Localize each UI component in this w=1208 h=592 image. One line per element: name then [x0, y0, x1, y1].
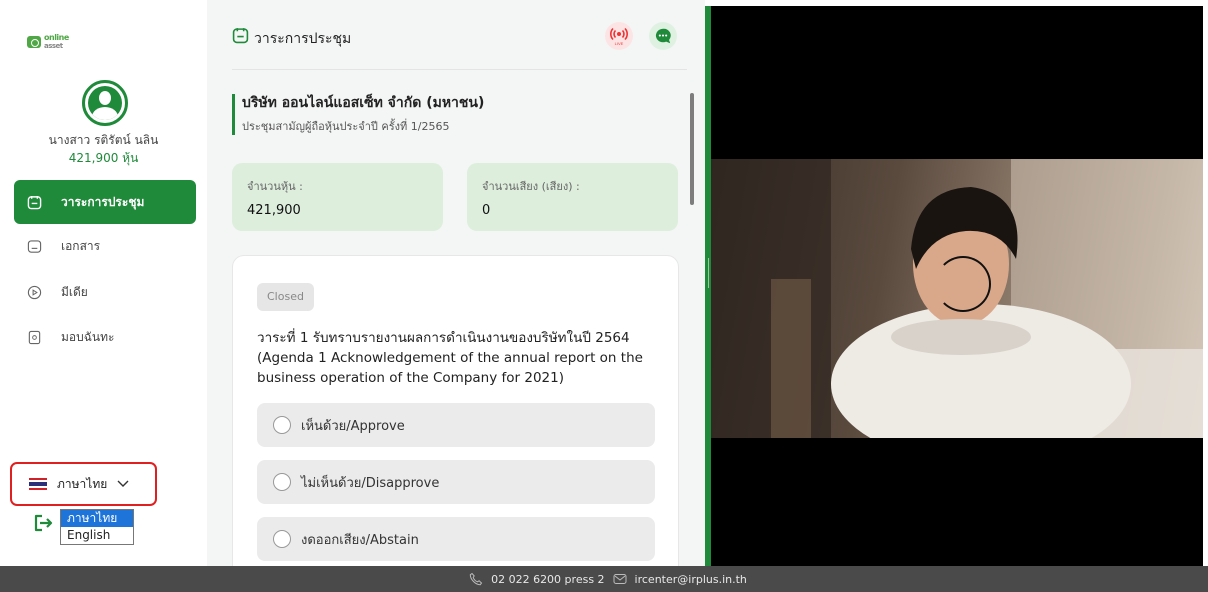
footer: 02 022 6200 press 2 ircenter@irplus.in.t…: [0, 566, 1208, 592]
sidebar-item-label: วาระการประชุม: [61, 194, 145, 209]
votes-value: 0: [482, 203, 491, 218]
avatar: [82, 80, 128, 126]
sidebar-item-agenda[interactable]: วาระการประชุม: [14, 180, 196, 224]
agenda-card: Closed วาระที่ 1 รับทราบรายงานผลการดำเนิ…: [232, 255, 679, 566]
panel-header: วาระการประชุม LIVE: [232, 0, 687, 70]
shares-value: 421,900: [247, 203, 301, 218]
sidebar-item-media[interactable]: มีเดีย: [14, 270, 196, 314]
footer-email[interactable]: ircenter@irplus.in.th: [635, 573, 747, 586]
company-info: บริษัท ออนไลน์แอสเซ็ท จำกัด (มหาชน) ประช…: [232, 94, 484, 135]
scrollbar[interactable]: [690, 93, 694, 205]
shares-label: จำนวนหุ้น :: [247, 180, 303, 193]
live-button[interactable]: LIVE: [605, 22, 633, 50]
sidebar-item-label: มอบฉันทะ: [61, 329, 115, 344]
chat-icon: [655, 28, 671, 44]
language-selector[interactable]: ภาษาไทย: [10, 462, 157, 506]
mail-icon: [613, 574, 627, 584]
status-badge: Closed: [257, 283, 314, 311]
live-video-player[interactable]: [711, 6, 1203, 566]
user-shares: 421,900 หุ้น: [68, 151, 139, 165]
language-option-english[interactable]: English: [61, 527, 133, 544]
online-asset-logo[interactable]: online asset: [27, 34, 69, 50]
sidebar-item-documents[interactable]: เอกสาร: [14, 224, 196, 268]
user-icon: [88, 86, 122, 120]
sidebar-item-label: มีเดีย: [61, 284, 88, 299]
thai-flag-icon: [29, 478, 47, 490]
chevron-down-icon: [117, 480, 129, 487]
radio-button[interactable]: [273, 530, 291, 548]
vote-option-label: เห็นด้วย/Approve: [301, 418, 405, 434]
agenda-panel: วาระการประชุม LIVE บริษัท ออนไลน์แอสเซ็ท…: [207, 0, 705, 566]
sidebar: online asset นางสาว รติรัตน์ นลิน 421,90…: [0, 0, 207, 566]
agenda-title: วาระที่ 1 รับทราบรายงานผลการดำเนินงานของ…: [257, 330, 643, 386]
logo-mark-icon: [27, 36, 41, 48]
vote-option-abstain[interactable]: งดออกเสียง/Abstain: [257, 517, 655, 561]
logo-line1: online: [44, 33, 69, 42]
votes-card: จำนวนเสียง (เสียง) : 0: [467, 163, 678, 231]
user-name: นางสาว รติรัตน์ นลิน: [48, 133, 159, 147]
vote-option-approve[interactable]: เห็นด้วย/Approve: [257, 403, 655, 447]
page-title: วาระการประชุม: [254, 31, 352, 47]
radio-button[interactable]: [273, 416, 291, 434]
radio-button[interactable]: [273, 473, 291, 491]
language-selected: ภาษาไทย: [57, 476, 108, 491]
loading-spinner: [935, 256, 991, 312]
company-name: บริษัท ออนไลน์แอสเซ็ท จำกัด (มหาชน): [242, 95, 485, 111]
shares-card: จำนวนหุ้น : 421,900: [232, 163, 443, 231]
vote-option-label: ไม่เห็นด้วย/Disapprove: [301, 475, 440, 491]
proxy-icon: [27, 330, 42, 345]
vote-option-label: งดออกเสียง/Abstain: [301, 532, 419, 548]
agenda-icon: [232, 28, 249, 44]
language-option-thai[interactable]: ภาษาไทย: [61, 510, 133, 527]
language-dropdown: ภาษาไทย English: [60, 509, 134, 545]
sidebar-item-label: เอกสาร: [61, 238, 101, 253]
resize-handle[interactable]: [708, 258, 709, 288]
agenda-icon: [27, 195, 42, 210]
votes-label: จำนวนเสียง (เสียง) :: [482, 180, 580, 193]
phone-icon: [469, 572, 483, 586]
logout-icon[interactable]: [33, 513, 53, 533]
live-icon: LIVE: [610, 27, 628, 46]
meeting-name: ประชุมสามัญผู้ถือหุ้นประจำปี ครั้งที่ 1/…: [242, 120, 450, 133]
chat-button[interactable]: [649, 22, 677, 50]
svg-text:LIVE: LIVE: [615, 41, 624, 46]
document-icon: [27, 239, 42, 254]
video-frame: [711, 159, 1203, 438]
play-icon: [27, 285, 42, 300]
sidebar-item-proxy[interactable]: มอบฉันทะ: [14, 315, 196, 359]
logo-line2: asset: [44, 42, 63, 50]
footer-phone[interactable]: 02 022 6200 press 2: [491, 573, 604, 586]
vote-option-disapprove[interactable]: ไม่เห็นด้วย/Disapprove: [257, 460, 655, 504]
